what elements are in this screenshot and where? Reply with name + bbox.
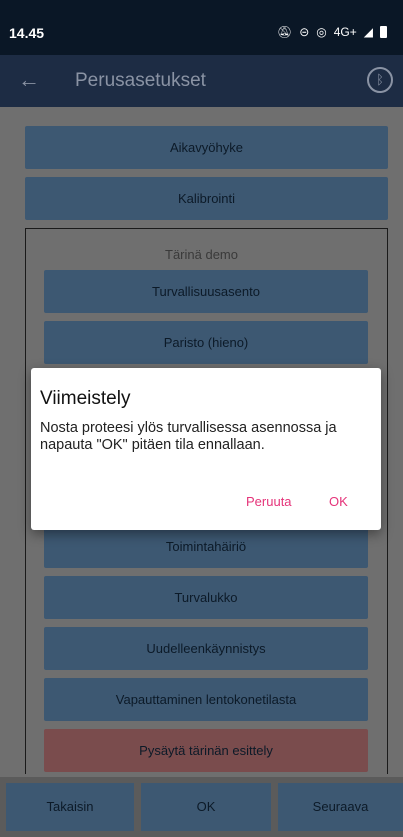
timezone-button[interactable]: Aikavyöhyke bbox=[25, 126, 388, 169]
dnd-icon: ⊝ bbox=[299, 25, 310, 39]
finishing-dialog: Viimeistely Nosta proteesi ylös turvalli… bbox=[31, 368, 381, 530]
bottom-bar: Takaisin OK Seuraava bbox=[0, 777, 403, 837]
dialog-cancel-button[interactable]: Peruuta bbox=[246, 494, 292, 509]
bluetooth-icon[interactable]: ᛒ bbox=[367, 67, 393, 93]
app-bar: ← Perusasetukset ᛒ bbox=[0, 55, 403, 107]
battery-icon bbox=[380, 26, 387, 38]
calibration-button[interactable]: Kalibrointi bbox=[25, 177, 388, 220]
demo-safety-lock-button[interactable]: Turvalukko bbox=[44, 576, 368, 619]
page-title: Perusasetukset bbox=[75, 70, 206, 91]
next-button[interactable]: Seuraava bbox=[278, 783, 403, 831]
back-arrow-icon[interactable]: ← bbox=[18, 67, 40, 93]
demo-battery-button[interactable]: Paristo (hieno) bbox=[44, 321, 368, 364]
dialog-ok-button[interactable]: OK bbox=[329, 494, 348, 509]
dialog-message: Nosta proteesi ylös turvallisessa asenno… bbox=[40, 420, 337, 453]
mute-icon: 🔕︎ bbox=[276, 25, 293, 39]
demo-malfunction-button[interactable]: Toimintahäiriö bbox=[44, 525, 368, 568]
status-bar: 14.45 🔕︎ ⊝ ◎ 4G+ ◢ bbox=[0, 0, 403, 55]
stop-vibration-demo-button[interactable]: Pysäytä tärinän esittely bbox=[44, 729, 368, 772]
back-button[interactable]: Takaisin bbox=[6, 783, 134, 831]
demo-airplane-release-button[interactable]: Vapauttaminen lentokonetilasta bbox=[44, 678, 368, 721]
network-label: 4G+ bbox=[333, 25, 357, 39]
signal-icon: ◢ bbox=[363, 25, 373, 39]
demo-restart-button[interactable]: Uudelleenkäynnistys bbox=[44, 627, 368, 670]
demo-section-title: Tärinä demo bbox=[165, 247, 238, 262]
ok-button[interactable]: OK bbox=[141, 783, 271, 831]
status-icons: 🔕︎ ⊝ ◎ 4G+ ◢ bbox=[277, 25, 387, 39]
hotspot-icon: ◎ bbox=[316, 25, 327, 39]
demo-safety-position-button[interactable]: Turvallisuusasento bbox=[44, 270, 368, 313]
dialog-title: Viimeistely bbox=[40, 388, 131, 409]
status-time: 14.45 bbox=[9, 25, 45, 41]
